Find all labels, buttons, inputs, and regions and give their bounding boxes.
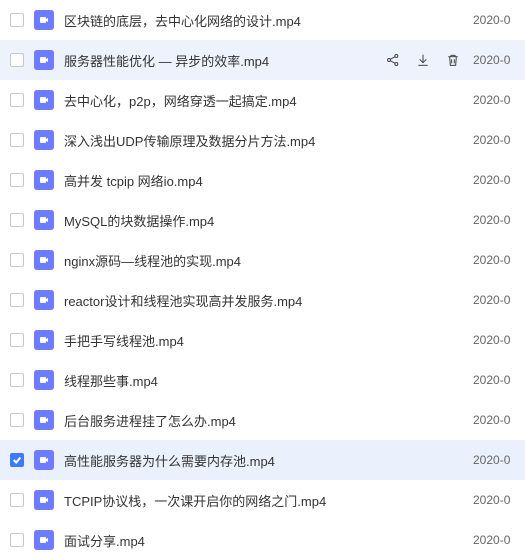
checkbox[interactable] xyxy=(10,293,24,307)
file-name[interactable]: TCPIP协议栈，一次课开启你的网络之门.mp4 xyxy=(64,491,473,510)
checkbox[interactable] xyxy=(10,493,24,507)
checkbox[interactable] xyxy=(10,333,24,347)
video-file-icon xyxy=(34,210,54,230)
file-row[interactable]: 区块链的底层，去中心化网络的设计.mp42020-0 xyxy=(0,0,525,40)
video-file-icon xyxy=(34,410,54,430)
video-file-icon xyxy=(34,530,54,550)
video-file-icon xyxy=(34,370,54,390)
file-date: 2020-0 xyxy=(473,373,521,387)
file-name[interactable]: 后台服务进程挂了怎么办.mp4 xyxy=(64,411,473,430)
row-actions xyxy=(385,52,461,68)
file-row[interactable]: 手把手写线程池.mp42020-0 xyxy=(0,320,525,360)
video-file-icon xyxy=(34,10,54,30)
file-name[interactable]: 高并发 tcpip 网络io.mp4 xyxy=(64,171,473,190)
checkbox[interactable] xyxy=(10,213,24,227)
file-list: 区块链的底层，去中心化网络的设计.mp42020-0服务器性能优化 — 异步的效… xyxy=(0,0,525,560)
checkbox[interactable] xyxy=(10,253,24,267)
video-file-icon xyxy=(34,170,54,190)
checkbox[interactable] xyxy=(10,93,24,107)
share-icon[interactable] xyxy=(385,52,401,68)
file-date: 2020-0 xyxy=(473,413,521,427)
file-row[interactable]: 后台服务进程挂了怎么办.mp42020-0 xyxy=(0,400,525,440)
checkbox[interactable] xyxy=(10,453,24,467)
file-row[interactable]: MySQL的块数据操作.mp42020-0 xyxy=(0,200,525,240)
file-row[interactable]: 面试分享.mp42020-0 xyxy=(0,520,525,560)
file-date: 2020-0 xyxy=(473,493,521,507)
file-date: 2020-0 xyxy=(473,453,521,467)
file-date: 2020-0 xyxy=(473,93,521,107)
file-row[interactable]: nginx源码—线程池的实现.mp42020-0 xyxy=(0,240,525,280)
checkbox[interactable] xyxy=(10,173,24,187)
file-name[interactable]: 去中心化，p2p，网络穿透一起搞定.mp4 xyxy=(64,91,473,110)
file-name[interactable]: 服务器性能优化 — 异步的效率.mp4 xyxy=(64,51,385,70)
video-file-icon xyxy=(34,130,54,150)
file-date: 2020-0 xyxy=(473,133,521,147)
checkbox[interactable] xyxy=(10,133,24,147)
file-row[interactable]: reactor设计和线程池实现高并发服务.mp42020-0 xyxy=(0,280,525,320)
checkbox[interactable] xyxy=(10,373,24,387)
file-name[interactable]: 手把手写线程池.mp4 xyxy=(64,331,473,350)
file-row[interactable]: 线程那些事.mp42020-0 xyxy=(0,360,525,400)
file-row[interactable]: 高性能服务器为什么需要内存池.mp42020-0 xyxy=(0,440,525,480)
file-date: 2020-0 xyxy=(473,173,521,187)
checkbox[interactable] xyxy=(10,13,24,27)
video-file-icon xyxy=(34,290,54,310)
file-date: 2020-0 xyxy=(473,333,521,347)
checkbox[interactable] xyxy=(10,53,24,67)
video-file-icon xyxy=(34,330,54,350)
file-date: 2020-0 xyxy=(473,253,521,267)
file-name[interactable]: nginx源码—线程池的实现.mp4 xyxy=(64,251,473,270)
video-file-icon xyxy=(34,250,54,270)
file-date: 2020-0 xyxy=(473,293,521,307)
file-name[interactable]: 线程那些事.mp4 xyxy=(64,371,473,390)
file-row[interactable]: 服务器性能优化 — 异步的效率.mp4 2020-0 xyxy=(0,40,525,80)
file-row[interactable]: TCPIP协议栈，一次课开启你的网络之门.mp42020-0 xyxy=(0,480,525,520)
file-name[interactable]: 区块链的底层，去中心化网络的设计.mp4 xyxy=(64,11,473,30)
file-row[interactable]: 去中心化，p2p，网络穿透一起搞定.mp42020-0 xyxy=(0,80,525,120)
file-date: 2020-0 xyxy=(473,53,521,67)
download-icon[interactable] xyxy=(415,52,431,68)
checkbox[interactable] xyxy=(10,413,24,427)
file-row[interactable]: 高并发 tcpip 网络io.mp42020-0 xyxy=(0,160,525,200)
video-file-icon xyxy=(34,490,54,510)
file-row[interactable]: 深入浅出UDP传输原理及数据分片方法.mp42020-0 xyxy=(0,120,525,160)
video-file-icon xyxy=(34,450,54,470)
file-date: 2020-0 xyxy=(473,13,521,27)
video-file-icon xyxy=(34,50,54,70)
file-name[interactable]: 深入浅出UDP传输原理及数据分片方法.mp4 xyxy=(64,131,473,150)
video-file-icon xyxy=(34,90,54,110)
delete-icon[interactable] xyxy=(445,52,461,68)
file-name[interactable]: 高性能服务器为什么需要内存池.mp4 xyxy=(64,451,473,470)
file-name[interactable]: reactor设计和线程池实现高并发服务.mp4 xyxy=(64,291,473,310)
file-date: 2020-0 xyxy=(473,533,521,547)
file-name[interactable]: 面试分享.mp4 xyxy=(64,531,473,550)
file-date: 2020-0 xyxy=(473,213,521,227)
checkbox[interactable] xyxy=(10,533,24,547)
file-name[interactable]: MySQL的块数据操作.mp4 xyxy=(64,211,473,230)
